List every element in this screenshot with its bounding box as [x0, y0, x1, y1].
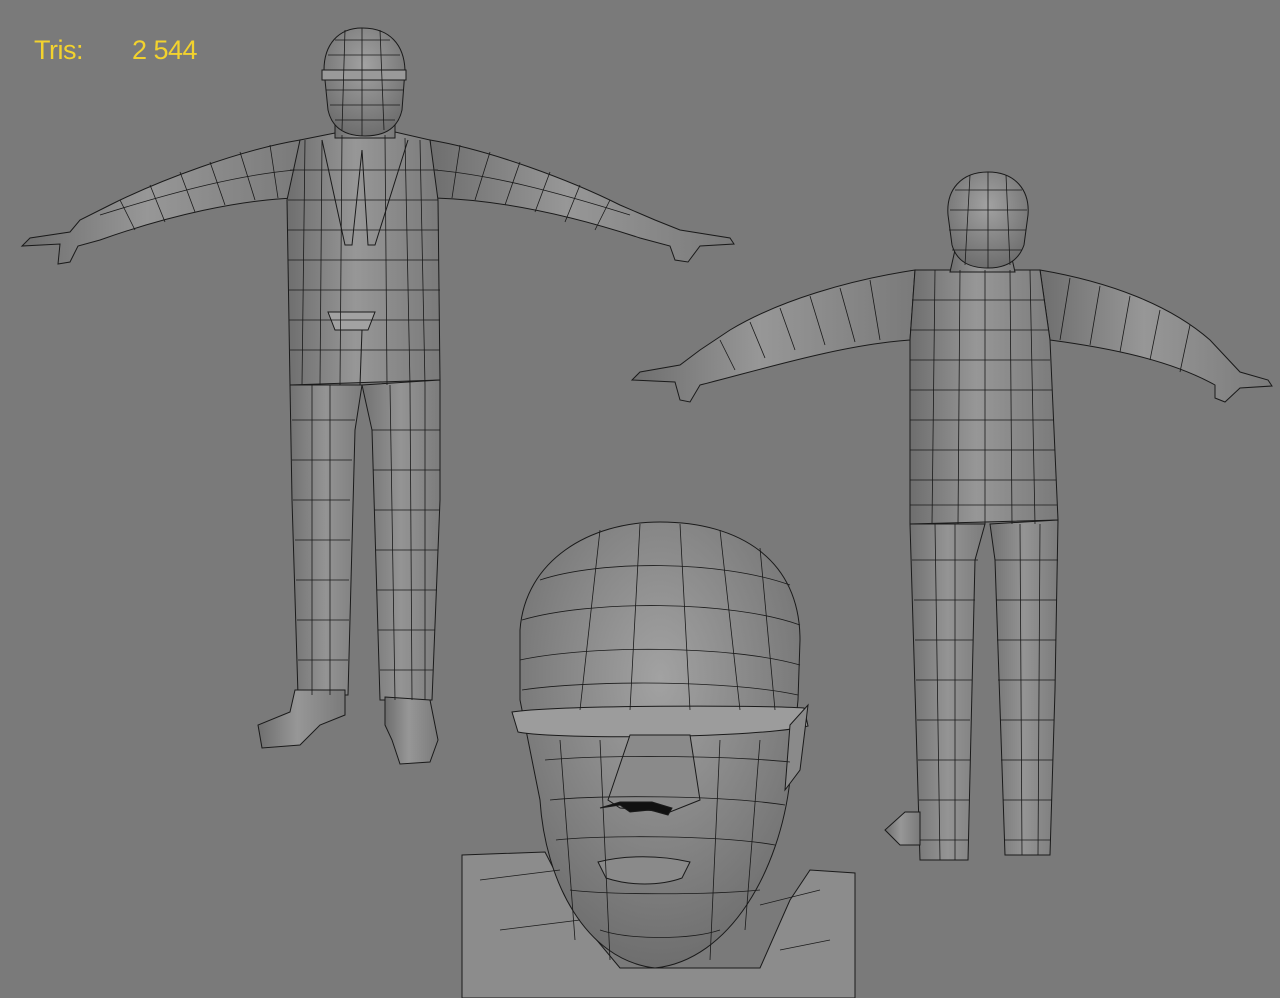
right-arm — [429, 139, 735, 263]
left-shoe — [257, 689, 346, 749]
right-leg — [361, 379, 441, 701]
right-shoe — [384, 696, 439, 765]
head-closeup-view[interactable] — [461, 521, 856, 998]
closeup-sunglasses — [511, 705, 809, 738]
back-left-leg — [909, 523, 986, 861]
back-right-arm — [1039, 269, 1273, 403]
3d-viewport[interactable]: Tris: 2 544 — [0, 0, 1280, 998]
back-left-arm — [630, 269, 916, 403]
mesh-render-layer — [20, 27, 1273, 998]
left-arm — [20, 139, 301, 265]
mouth — [597, 856, 691, 885]
sunglasses — [321, 69, 407, 81]
back-right-leg — [989, 519, 1059, 856]
back-left-shoe — [884, 811, 921, 846]
